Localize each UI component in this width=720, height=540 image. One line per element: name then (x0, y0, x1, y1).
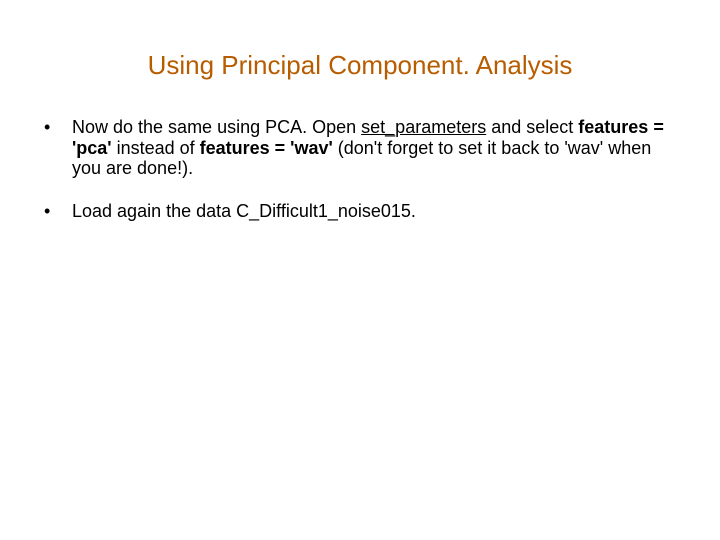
bullet-text-2: Load again the data C_Difficult1_noise01… (72, 201, 680, 222)
slide-title: Using Principal Component. Analysis (40, 50, 680, 81)
bullet-dot-icon: • (40, 117, 72, 138)
bullet-list: • Now do the same using PCA. Open set_pa… (40, 117, 680, 222)
bold-features-wav: features = 'wav' (200, 138, 333, 158)
slide: Using Principal Component. Analysis • No… (0, 0, 720, 540)
text-fragment: instead of (112, 138, 200, 158)
text-fragment: Now do the same using PCA. Open (72, 117, 361, 137)
underline-set-parameters: set_parameters (361, 117, 486, 137)
bullet-dot-icon: • (40, 201, 72, 222)
text-fragment: and select (486, 117, 578, 137)
bullet-text-1: Now do the same using PCA. Open set_para… (72, 117, 680, 179)
bullet-item-1: • Now do the same using PCA. Open set_pa… (40, 117, 680, 179)
bullet-item-2: • Load again the data C_Difficult1_noise… (40, 201, 680, 222)
text-fragment: Load again the data C_Difficult1_noise01… (72, 201, 416, 221)
